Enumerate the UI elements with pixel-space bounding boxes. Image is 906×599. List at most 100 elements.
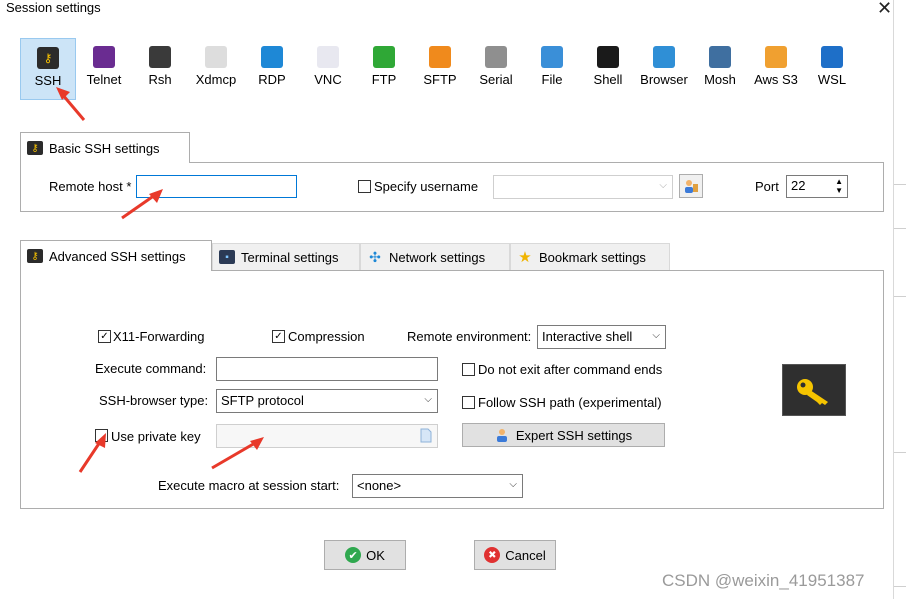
rdp-icon [261,46,283,68]
protocol-ssh[interactable]: ⚷ SSH [20,38,76,100]
remote-environment-value: Interactive shell [542,329,633,344]
port-label: Port [755,179,779,194]
protocol-label: Browser [640,72,688,87]
protocol-vnc[interactable]: VNC [302,38,354,100]
tab-advanced-ssh-settings[interactable]: ⚷ Advanced SSH settings [20,240,212,271]
protocol-mosh[interactable]: Mosh [694,38,746,100]
tab-basic-ssh-settings[interactable]: ⚷ Basic SSH settings [20,132,190,163]
check-icon: ✔ [345,547,362,563]
ftp-icon [373,46,395,68]
tab-label: Advanced SSH settings [49,248,186,264]
serial-icon [485,46,507,68]
sftp-icon [429,46,451,68]
file-icon [541,46,563,68]
cancel-label: Cancel [505,547,546,563]
ok-button[interactable]: ✔ OK [324,540,406,570]
protocol-ftp[interactable]: FTP [358,38,410,100]
follow-ssh-path-checkbox[interactable] [462,396,475,409]
protocol-label: VNC [314,72,342,87]
tab-label: Basic SSH settings [49,140,160,156]
tab-network-settings[interactable]: ✣ Network settings [360,243,510,271]
user-icon [685,180,698,193]
protocol-label: File [541,72,563,87]
specify-username-label: Specify username [374,179,479,194]
tab-join [21,268,211,272]
execute-macro-value: <none> [357,478,402,493]
remote-host-input[interactable] [136,175,297,198]
chevron-down-icon: ⌵ [424,394,432,405]
protocol-label: Xdmcp [195,72,237,87]
cancel-button[interactable]: ✖ Cancel [474,540,556,570]
execute-macro-label: Execute macro at session start: [158,478,340,493]
remote-environment-select[interactable]: Interactive shell ⌵ [537,325,666,349]
execute-command-input[interactable] [216,357,438,381]
ssh-browser-type-select[interactable]: SFTP protocol ⌵ [216,389,438,413]
telnet-icon [93,46,115,68]
x11-forwarding-checkbox[interactable]: ✓ [98,330,111,343]
protocol-label: Aws S3 [754,72,798,87]
protocol-serial[interactable]: Serial [470,38,522,100]
protocol-label: SFTP [423,72,457,87]
protocol-aws-s3[interactable]: Aws S3 [750,38,802,100]
protocol-sftp[interactable]: SFTP [414,38,466,100]
chevron-down-icon: ⌵ [659,180,667,191]
chevron-down-icon: ⌵ [652,330,660,341]
chevron-down-icon: ⌵ [509,479,517,490]
protocol-shell[interactable]: Shell [582,38,634,100]
tab-label: Terminal settings [241,249,339,265]
private-key-path-input[interactable] [216,424,438,448]
compression-label: Compression [288,329,365,344]
user-gear-icon [496,429,507,442]
use-private-key-checkbox[interactable] [95,429,108,442]
do-not-exit-checkbox[interactable] [462,363,475,376]
spinner-arrows-icon[interactable]: ▲ ▼ [835,177,843,195]
execute-macro-select[interactable]: <none> ⌵ [352,474,523,498]
x-circle-icon: ✖ [484,547,501,563]
specify-username-checkbox[interactable] [358,180,371,193]
port-spinner[interactable]: 22 ▲ ▼ [786,175,848,198]
port-value: 22 [791,178,806,193]
user-manager-button[interactable] [679,174,703,198]
wsl-icon [821,46,843,68]
network-icon: ✣ [369,248,381,265]
follow-ssh-path-label: Follow SSH path (experimental) [478,395,662,410]
protocol-rsh[interactable]: Rsh [134,38,186,100]
protocol-label: Rsh [148,72,172,87]
browser-icon [653,46,675,68]
watermark: CSDN @weixin_41951387 [662,571,865,590]
aws-icon [765,46,787,68]
tab-label: Bookmark settings [539,249,646,265]
vnc-icon [317,46,339,68]
protocol-label: RDP [258,72,286,87]
mosh-icon [709,46,731,68]
protocol-label: Serial [479,72,513,87]
xdmcp-icon [205,46,227,68]
tab-terminal-settings[interactable]: ▪ Terminal settings [212,243,360,271]
close-icon[interactable]: ✕ [877,0,892,19]
remote-host-label: Remote host * [49,179,132,194]
protocol-telnet[interactable]: Telnet [78,38,130,100]
key-icon: ⚷ [27,141,43,155]
tab-join [21,160,189,164]
x11-forwarding-label: X11-Forwarding [113,329,205,344]
ok-label: OK [366,547,385,563]
protocol-browser[interactable]: Browser [638,38,690,100]
protocol-label: SSH [34,73,62,88]
execute-command-label: Execute command: [95,361,207,376]
compression-checkbox[interactable]: ✓ [272,330,285,343]
expert-ssh-settings-button[interactable]: Expert SSH settings [462,423,665,447]
protocol-wsl[interactable]: WSL [806,38,858,100]
protocol-file[interactable]: File [526,38,578,100]
username-select[interactable]: ⌵ [493,175,673,199]
tab-bookmark-settings[interactable]: ★ Bookmark settings [510,243,670,271]
protocol-rdp[interactable]: RDP [246,38,298,100]
expert-ssh-settings-label: Expert SSH settings [515,427,633,443]
tab-label: Network settings [389,249,486,265]
window-title: Session settings [6,0,101,15]
large-key-icon [782,364,846,416]
protocol-xdmcp[interactable]: Xdmcp [190,38,242,100]
background-window-edge [893,0,906,599]
shell-icon [597,46,619,68]
remote-environment-label: Remote environment: [407,329,532,344]
file-icon [420,428,432,443]
